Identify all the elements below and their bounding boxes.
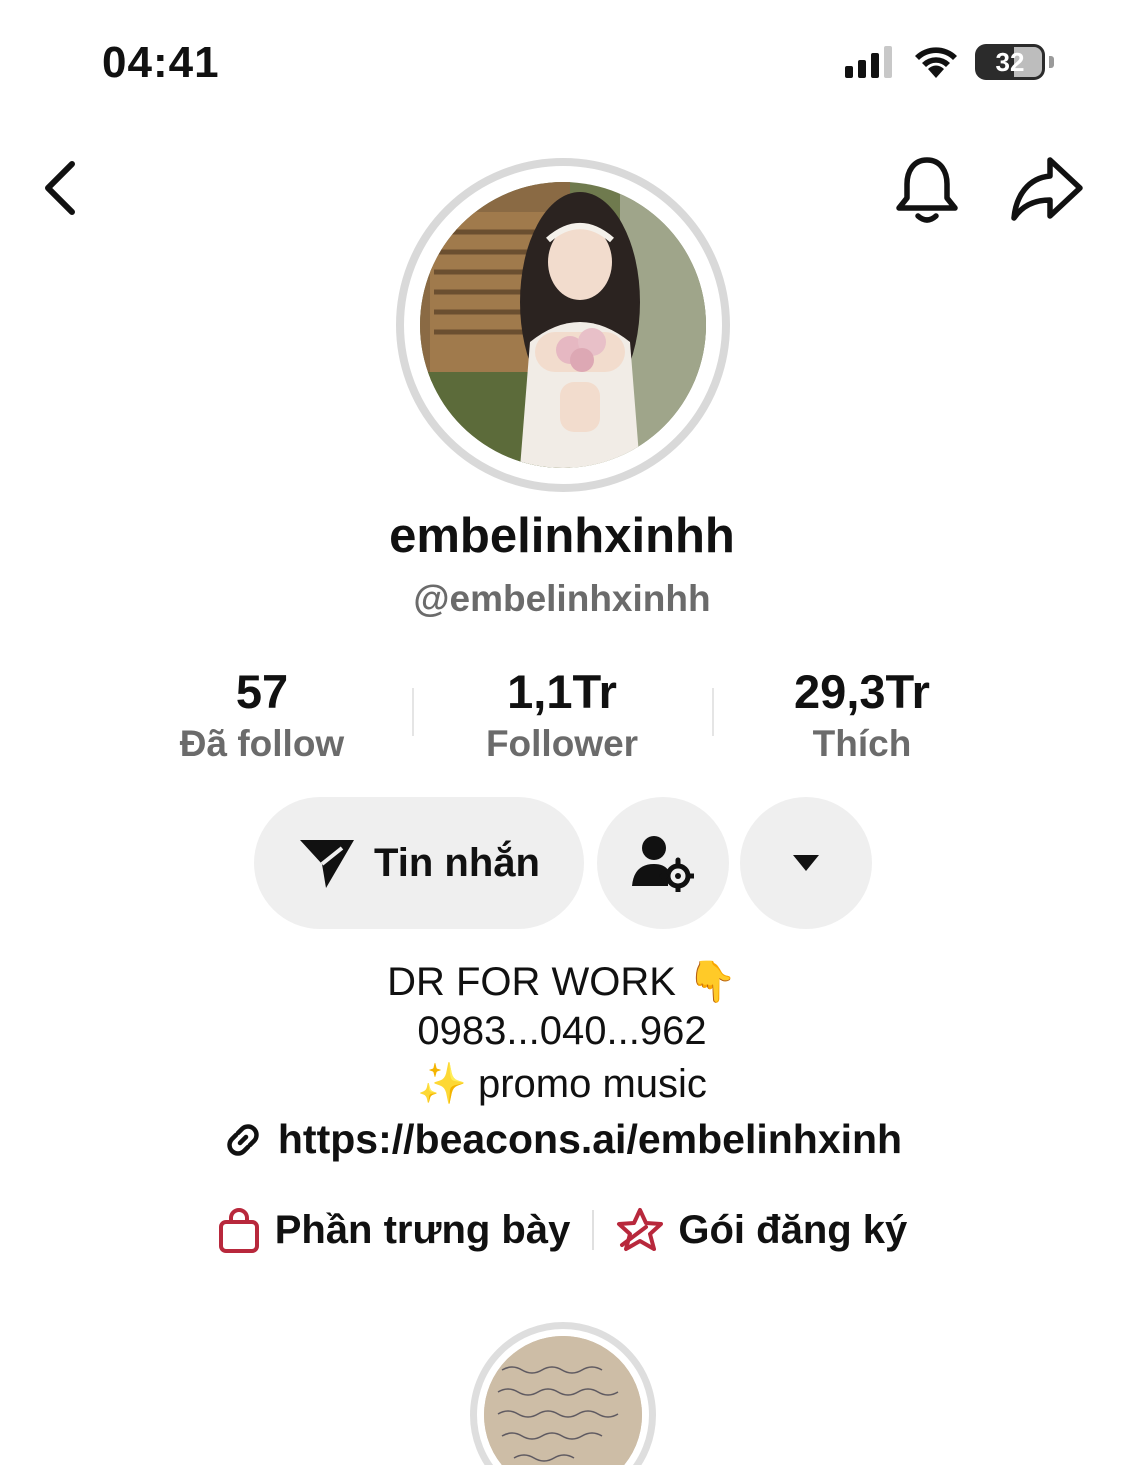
bell-icon[interactable] [893, 152, 961, 226]
stat-likes-value: 29,3Tr [794, 665, 930, 718]
stat-followers[interactable]: 1,1Tr Follower [412, 664, 712, 768]
username-handle: @embelinhxinhh [413, 578, 711, 619]
stat-followers-label: Follower [485, 723, 639, 764]
bio-line-1: DR FOR WORK 👇 [387, 960, 737, 1004]
stat-likes[interactable]: 29,3Tr Thích [712, 664, 1012, 768]
user-gear-icon [632, 836, 694, 892]
bio-link-text[interactable]: https://beacons.ai/embelinhxinh [278, 1116, 902, 1163]
message-button-label: Tin nhắn [374, 840, 540, 885]
status-time: 04:41 [102, 38, 220, 87]
link-icon [227, 1123, 259, 1156]
status-icons: 32 [845, 44, 1054, 80]
caret-down-icon [793, 855, 819, 871]
user-settings-button[interactable] [597, 797, 729, 929]
battery-icon: 32 [975, 44, 1045, 80]
feature-row: Phần trưng bày Gói đăng ký [0, 1206, 1124, 1254]
signal-icon [845, 46, 892, 78]
bio-line-3: ✨ promo music [417, 1062, 707, 1106]
shopping-bag-icon [218, 1208, 259, 1253]
feature-divider [592, 1210, 595, 1250]
showcase-link[interactable]: Phần trưng bày [217, 1206, 571, 1254]
more-options-button[interactable] [740, 797, 872, 929]
stat-likes-label: Thích [812, 723, 912, 764]
bio-line-2: 0983...040...962 [417, 1009, 707, 1053]
avatar[interactable] [420, 182, 706, 468]
share-icon[interactable] [1008, 152, 1086, 226]
wifi-icon [915, 47, 957, 78]
chevron-left-icon[interactable] [36, 158, 88, 218]
stat-following-label: Đã follow [179, 723, 345, 764]
subscription-label: Gói đăng ký [678, 1207, 908, 1252]
subscription-link[interactable]: Gói đăng ký [616, 1207, 907, 1253]
stat-followers-value: 1,1Tr [507, 665, 617, 718]
message-button[interactable]: Tin nhắn [254, 797, 584, 929]
send-icon [300, 840, 355, 888]
battery-tip [1049, 56, 1054, 68]
display-name: embelinhxinhh [389, 509, 735, 563]
bio-link[interactable]: https://beacons.ai/embelinhxinh [0, 1116, 1124, 1163]
avatar-photo [420, 182, 706, 468]
showcase-label: Phần trưng bày [274, 1207, 571, 1252]
battery-level: 32 [995, 46, 1025, 77]
stat-following-value: 57 [235, 665, 289, 718]
star-badge-icon [617, 1208, 664, 1251]
stat-following[interactable]: 57 Đã follow [112, 664, 412, 768]
